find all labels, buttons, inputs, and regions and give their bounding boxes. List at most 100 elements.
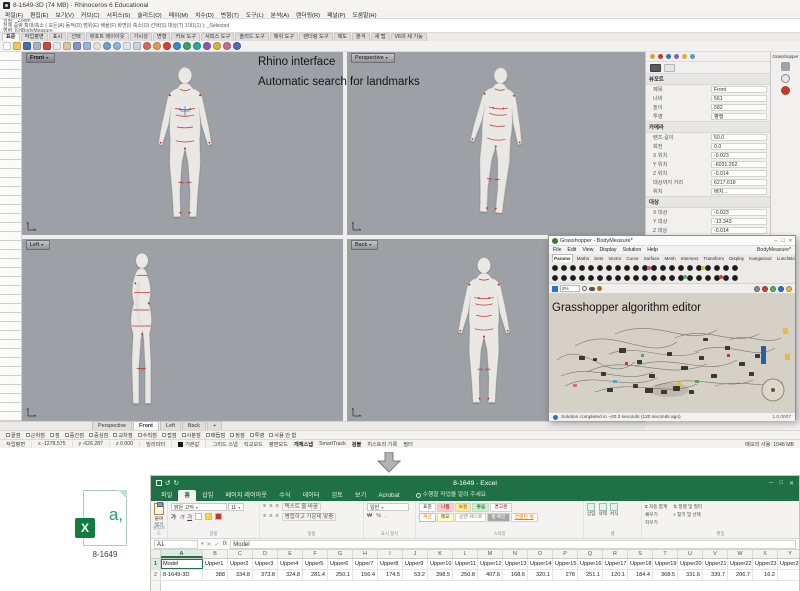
toolbar-tab[interactable]: 표시	[49, 33, 67, 41]
style-calculation[interactable]: 계산	[419, 513, 436, 522]
sheet-cell[interactable]	[778, 570, 800, 580]
sheet-cell[interactable]: 320.1	[528, 570, 553, 580]
preview-eye-icon[interactable]	[589, 287, 595, 291]
sheet-cell[interactable]: Upper13	[503, 559, 528, 569]
zoom-level-dropdown[interactable]: 2%	[560, 285, 580, 292]
rhino-menu-item[interactable]: 도구(L)	[246, 10, 264, 19]
sheet-cell[interactable]: Upper8	[378, 559, 403, 569]
sheet-cell[interactable]: 339.7	[703, 570, 728, 580]
style-good[interactable]: 좋음	[472, 503, 489, 512]
component-tab[interactable]: Curve	[625, 255, 639, 262]
viewport-tab[interactable]: Front	[133, 421, 159, 430]
align-middle-icon[interactable]: ≡	[269, 503, 272, 511]
fill-color-button[interactable]	[205, 513, 212, 520]
component-tab[interactable]: Params	[552, 254, 573, 262]
style-neutral[interactable]: 보통	[455, 503, 472, 512]
layer-tools-icon[interactable]	[213, 42, 221, 50]
wire-sphere-icon[interactable]	[781, 74, 790, 83]
column-header[interactable]: O	[528, 550, 553, 558]
transform-icon[interactable]	[719, 275, 723, 279]
sheet-cell[interactable]: Upper3	[253, 559, 278, 569]
column-header[interactable]: W	[728, 550, 753, 558]
align-top-icon[interactable]: ≡	[263, 503, 266, 511]
property-value[interactable]: -0.014	[711, 170, 767, 177]
toolbar-tab[interactable]: 제도	[334, 33, 352, 41]
viewport-back-label[interactable]: Back	[351, 240, 378, 250]
pan-icon[interactable]	[93, 42, 101, 50]
rhino-menu-item[interactable]: 솔리드(O)	[137, 10, 161, 19]
font-name-combo[interactable]: 맑은 고딕	[171, 503, 227, 511]
status-toggle[interactable]: 검볼	[352, 441, 362, 448]
shaded-view-icon[interactable]	[163, 42, 171, 50]
property-value[interactable]: -13.343	[711, 218, 767, 225]
column-header[interactable]: S	[628, 550, 653, 558]
column-header[interactable]: K	[428, 550, 453, 558]
status-layer[interactable]: 기본값	[178, 441, 206, 448]
rotate-icon[interactable]	[143, 42, 151, 50]
align-left-icon[interactable]: ≡	[263, 513, 266, 521]
bold-button[interactable]: 가	[171, 513, 176, 521]
checkbox-icon[interactable]	[26, 433, 30, 437]
rendered-view-icon[interactable]	[193, 42, 201, 50]
material-properties-icon[interactable]	[664, 64, 675, 72]
undo-icon[interactable]: ↺	[165, 479, 170, 487]
environment-icon[interactable]	[233, 42, 241, 50]
viewport-left-label[interactable]: Left	[26, 240, 50, 250]
grasshopper-component-palette[interactable]	[549, 262, 795, 284]
column-header[interactable]: B	[203, 550, 228, 558]
surface-icon[interactable]	[701, 266, 705, 270]
column-header[interactable]: F	[303, 550, 328, 558]
undo-icon[interactable]	[73, 42, 81, 50]
number-format-combo[interactable]: 일반	[367, 503, 409, 511]
row-header[interactable]	[151, 581, 161, 591]
grasshopper-dock-tab[interactable]: Grasshopper	[771, 52, 800, 59]
style-explanatory[interactable]: 설명 텍스트	[455, 513, 486, 522]
style-linked-cell[interactable]: 연결된 셀	[511, 513, 538, 522]
osnap-option[interactable]: 사분점	[182, 432, 201, 439]
minimize-icon[interactable]: –	[774, 238, 777, 244]
select-icon[interactable]	[123, 42, 131, 50]
osnap-option[interactable]: 수직점	[138, 432, 157, 439]
sheet-cell[interactable]: Upper17	[603, 559, 628, 569]
border-button[interactable]	[195, 513, 202, 520]
column-header[interactable]: P	[553, 550, 578, 558]
component-tab[interactable]: Maths	[576, 255, 591, 262]
sheet-cell[interactable]: 206.7	[728, 570, 753, 580]
green-ball-icon[interactable]	[770, 286, 776, 292]
sheet-cell[interactable]: 251.1	[578, 570, 603, 580]
rhino-menu-item[interactable]: 패널(P)	[327, 10, 345, 19]
ghosted-view-icon[interactable]	[183, 42, 191, 50]
sheet-cell[interactable]: Upper19	[653, 559, 678, 569]
sheet-cell[interactable]: Upper24	[778, 559, 800, 569]
osnap-option[interactable]: 중간점	[65, 432, 84, 439]
viewport-tab[interactable]: Back	[182, 421, 206, 430]
checkbox-icon[interactable]	[138, 433, 142, 437]
sheet-cell[interactable]: Upper2	[228, 559, 253, 569]
column-header[interactable]: G	[328, 550, 353, 558]
select-all-corner[interactable]	[151, 550, 161, 558]
osnap-option[interactable]: 점	[50, 432, 60, 439]
status-toggle[interactable]: 히스토리 기록	[367, 441, 397, 448]
sheet-cell[interactable]: 250.1	[328, 570, 353, 580]
component-tab[interactable]: Display	[728, 255, 745, 262]
property-value[interactable]: Front	[711, 86, 767, 93]
component-tab[interactable]: Mesh	[663, 255, 676, 262]
sheet-cell[interactable]: 334.8	[228, 570, 253, 580]
sheet-cell[interactable]: 16.2	[753, 570, 778, 580]
checkbox-icon[interactable]	[50, 433, 54, 437]
layers-tab-icon[interactable]	[658, 54, 663, 59]
sheet-cell[interactable]: Upper9	[403, 559, 428, 569]
style-bad[interactable]: 나쁨	[437, 503, 454, 512]
property-value[interactable]: 6217.619	[711, 179, 767, 186]
rhino-menu-item[interactable]: 분석(A)	[271, 10, 289, 19]
italic-button[interactable]: 가	[179, 513, 184, 521]
column-header[interactable]: E	[278, 550, 303, 558]
checkbox-icon[interactable]	[230, 433, 234, 437]
maximize-icon[interactable]: □	[781, 238, 784, 244]
display-tab-icon[interactable]	[666, 54, 671, 59]
notes-tab-icon[interactable]	[682, 54, 687, 59]
column-header[interactable]: R	[603, 550, 628, 558]
rhino-menu-item[interactable]: 보기(V)	[55, 10, 73, 19]
column-header[interactable]: H	[353, 550, 378, 558]
material-icon[interactable]	[223, 42, 231, 50]
